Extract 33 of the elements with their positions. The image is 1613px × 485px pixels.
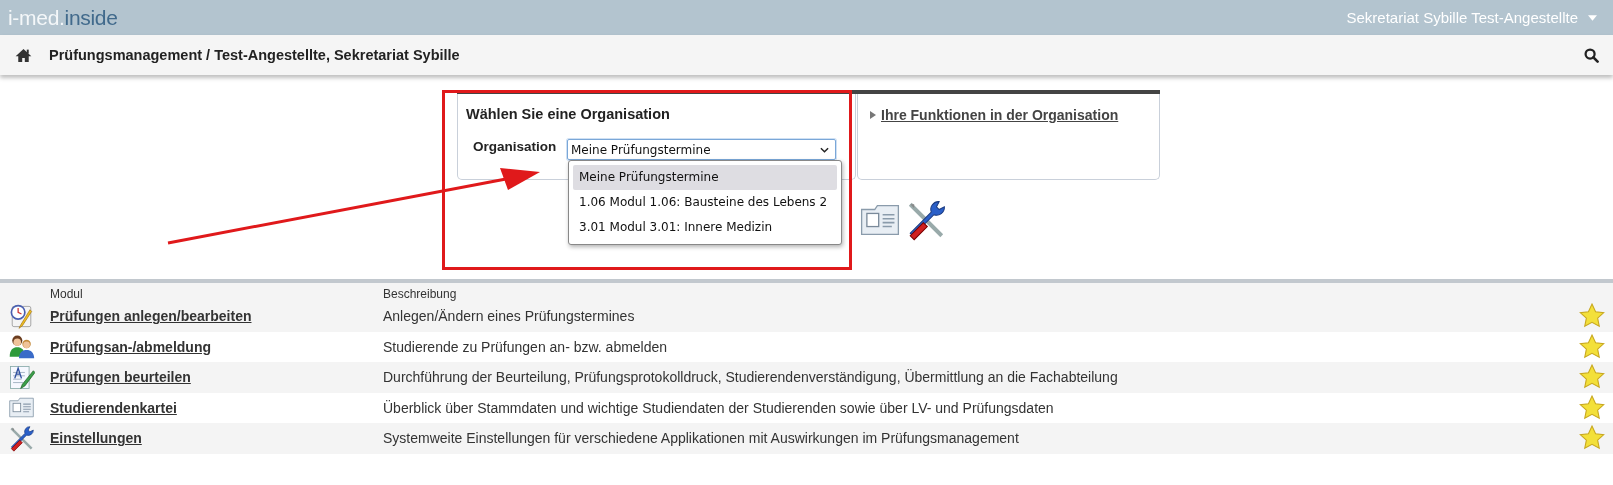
star-icon[interactable] bbox=[1579, 394, 1605, 421]
table-cell-text: Überblick über Stammdaten und wichtige Studiendaten der Studierenden sowie über LV- und Prüfungsdaten bbox=[383, 399, 1055, 416]
field-label: Organisation bbox=[473, 139, 558, 156]
module-link[interactable]: Prüfungen anlegen/bearbeiten bbox=[50, 308, 383, 325]
home-icon[interactable] bbox=[15, 47, 32, 63]
column-header: Beschreibung bbox=[383, 287, 458, 301]
table-cell-text: Systemweite Einstellungen für verschiedene Applikationen mit Auswirkungen im Prüfungsmanagement bbox=[383, 430, 1020, 447]
module-link[interactable]: Prüfungsan-/abmeldung bbox=[50, 338, 383, 355]
triangle-icon bbox=[870, 111, 876, 119]
organisation-select[interactable]: Meine Prüfungstermine bbox=[567, 139, 836, 160]
module-link[interactable]: Einstellungen bbox=[50, 430, 383, 447]
column-header: Modul bbox=[50, 287, 84, 301]
table-cell-text: Anlegen/Ändern eines Prüfungstermines bbox=[383, 308, 636, 325]
module-link[interactable]: Studierendenkartei bbox=[50, 399, 383, 416]
breadcrumb: Prüfungsmanagement / Test-Angestellte, Sekretariat Sybille bbox=[49, 47, 461, 63]
tools-icon bbox=[8, 424, 35, 452]
caret-icon bbox=[1588, 14, 1597, 21]
panel-title: Wählen Sie eine Organisation bbox=[466, 106, 671, 122]
functions-link[interactable]: Ihre Funktionen in der Organisation bbox=[881, 107, 1119, 123]
star-icon[interactable] bbox=[1579, 333, 1605, 360]
module-link[interactable]: Prüfungen beurteilen bbox=[50, 369, 383, 386]
table-cell-text: Studierende zu Prüfungen an- bzw. abmelden bbox=[383, 338, 669, 355]
dropdown-option[interactable]: 1.06 Modul 1.06: Bausteine des Lebens 2 bbox=[573, 190, 837, 215]
table-cell-text: Durchführung der Beurteilung, Prüfungsprotokolldruck, Studierendenverständigung, Übermittlung an die Fachabteilung bbox=[383, 369, 1119, 386]
people-icon bbox=[8, 333, 35, 361]
star-icon[interactable] bbox=[1579, 303, 1605, 330]
star-icon[interactable] bbox=[1579, 425, 1605, 452]
dropdown-option[interactable]: Meine Prüfungstermine bbox=[573, 165, 837, 190]
dropdown-option[interactable]: 3.01 Modul 3.01: Innere Medizin bbox=[573, 215, 837, 240]
search-icon[interactable] bbox=[1584, 47, 1599, 63]
star-icon[interactable] bbox=[1579, 364, 1605, 391]
logo: i-med.inside bbox=[7, 5, 118, 30]
chevron-icon bbox=[820, 146, 829, 153]
